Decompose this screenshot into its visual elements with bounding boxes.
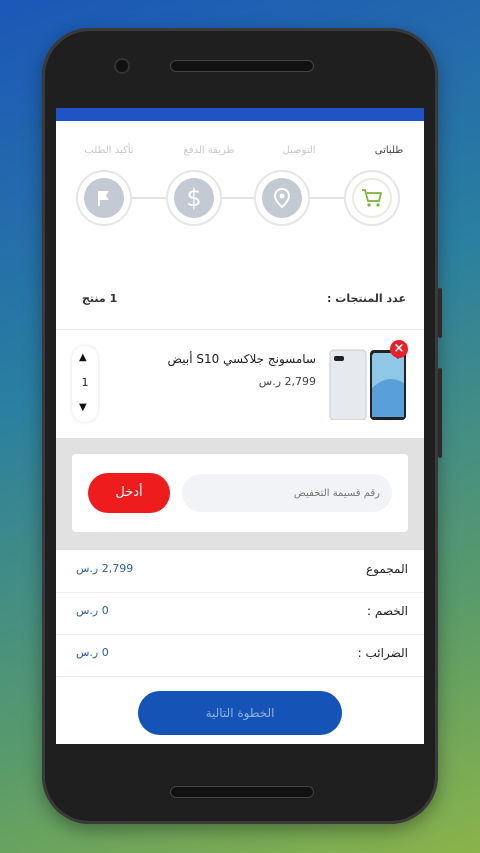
discount-label: الخصم : [367,604,408,618]
step-label-confirm[interactable]: تأكيد الطلب [74,145,144,156]
coupon-card: أدخل [72,454,408,532]
subtotal-row: المجموع 2,799 ر.س [56,550,424,592]
volume-button [438,368,442,458]
taxes-row: الضرائب : 0 ر.س [56,634,424,676]
product-image[interactable] [328,348,408,421]
step-label-delivery[interactable]: التوصيل [264,145,334,156]
step-label-payment[interactable]: طريقة الدفع [174,145,244,156]
dollar-icon: $ [174,178,214,218]
phone-frame: طلباتى التوصيل طريقة الدفع تأكيد الطلب $ [42,28,442,824]
step-payment[interactable]: $ [166,170,222,226]
app-screen: طلباتى التوصيل طريقة الدفع تأكيد الطلب $ [56,108,424,744]
cart-item: × سامسونج جلاكسي S10 أبيض 2,799 ر.س ▲ 1 … [56,330,424,438]
taxes-label: الضرائب : [357,646,408,660]
step-label-orders[interactable]: طلباتى [354,145,424,156]
location-pin-icon [262,178,302,218]
top-bar [56,108,424,121]
step-confirm[interactable] [76,170,132,226]
cart-icon [352,178,392,218]
subtotal-label: المجموع [366,562,408,576]
power-button [438,288,442,338]
next-step-button[interactable]: الخطوة التالية [138,691,342,735]
subtotal-value: 2,799 ر.س [76,562,134,575]
quantity-value: 1 [81,376,89,389]
increase-quantity-button[interactable]: ▲ [79,352,87,363]
coupon-section: أدخل [56,438,424,550]
checkout-steps: $ [56,168,424,228]
taxes-value: 0 ر.س [76,646,109,659]
divider [56,676,424,677]
bottom-speaker [170,786,314,798]
decrease-quantity-button[interactable]: ▼ [79,402,87,413]
steps-connector [116,197,366,199]
quantity-stepper: ▲ 1 ▼ [72,346,98,422]
apply-coupon-button[interactable]: أدخل [88,473,170,513]
products-count-value: 1 منتج [82,292,118,305]
product-name[interactable]: سامسونج جلاكسي S10 أبيض [168,352,316,366]
discount-row: الخصم : 0 ر.س [56,592,424,634]
step-delivery[interactable] [254,170,310,226]
product-price: 2,799 ر.س [258,375,316,388]
products-count-row: عدد المنتجات : 1 منتج [56,288,424,310]
checkout-steps-labels: طلباتى التوصيل طريقة الدفع تأكيد الطلب [56,145,424,161]
coupon-input[interactable] [182,474,392,512]
step-orders[interactable] [344,170,400,226]
remove-item-button[interactable]: × [390,340,408,358]
discount-value: 0 ر.س [76,604,109,617]
products-count-label: عدد المنتجات : [327,292,406,305]
flag-icon [84,178,124,218]
earpiece-speaker [170,60,314,72]
front-camera [114,58,130,74]
